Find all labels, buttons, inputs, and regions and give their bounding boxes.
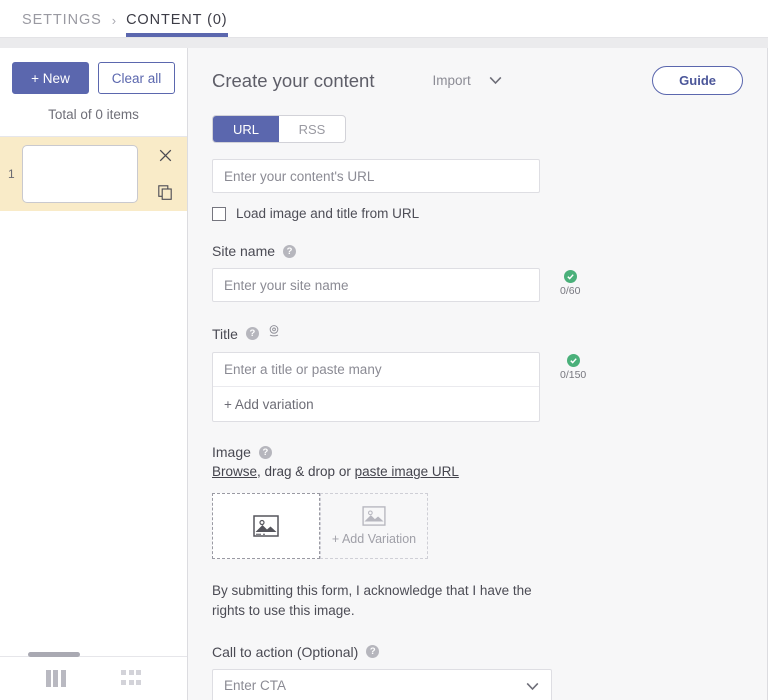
image-dropzone[interactable] [212, 493, 320, 559]
tab-list: SETTINGS › CONTENT (0) [22, 12, 228, 37]
item-thumbnail[interactable] [22, 145, 138, 203]
import-dropdown[interactable]: Import [432, 73, 501, 88]
help-icon[interactable]: ? [259, 446, 272, 459]
tab-content[interactable]: CONTENT (0) [126, 12, 227, 37]
copy-icon[interactable] [158, 185, 173, 200]
help-icon[interactable]: ? [366, 645, 379, 658]
top-tab-bar: SETTINGS › CONTENT (0) [0, 0, 768, 38]
tab-url[interactable]: URL [213, 116, 279, 142]
image-browse-line: Browse, drag & drop or paste image URL [212, 464, 743, 479]
site-name-input[interactable] [212, 268, 540, 302]
legal-disclaimer: By submitting this form, I acknowledge t… [212, 581, 542, 622]
grid-view-icon[interactable] [121, 670, 141, 687]
title-input-stack: + Add variation [212, 352, 540, 422]
cta-label: Call to action (Optional) [212, 644, 358, 660]
columns-view-icon[interactable] [46, 670, 66, 687]
panel-header: Create your content Import Guide [212, 66, 743, 95]
sidebar-footer [0, 656, 187, 700]
horizontal-scrollbar[interactable] [28, 652, 80, 657]
browse-middle-text: , drag & drop or [257, 464, 355, 479]
tab-settings[interactable]: SETTINGS [22, 12, 102, 37]
item-index: 1 [8, 167, 22, 181]
load-from-url-label[interactable]: Load image and title from URL [236, 206, 419, 221]
load-from-url-row: Load image and title from URL [212, 206, 743, 221]
content-item-list: 1 [0, 137, 187, 656]
total-items-label: Total of 0 items [0, 94, 187, 137]
title-counter-text: 0/150 [560, 369, 586, 381]
image-dropzone-row: + Add Variation [212, 493, 743, 559]
header-gap-strip [0, 38, 768, 48]
import-label: Import [432, 73, 470, 88]
add-image-variation-label: + Add Variation [332, 532, 416, 546]
site-name-label-row: Site name ? [212, 243, 743, 259]
create-content-panel: Create your content Import Guide URL RSS… [188, 48, 768, 700]
content-sidebar: + New Clear all Total of 0 items 1 [0, 48, 188, 700]
clear-all-button[interactable]: Clear all [98, 62, 175, 94]
title-counter: 0/150 [560, 352, 586, 381]
view-mode-switcher [0, 670, 187, 687]
guide-button[interactable]: Guide [652, 66, 743, 95]
title-label: Title [212, 326, 238, 342]
site-name-field-row: 0/60 [212, 268, 743, 302]
content-url-input[interactable] [212, 159, 540, 193]
title-label-row: Title ? [212, 324, 743, 343]
valid-check-icon [564, 270, 577, 283]
cta-select-wrap: Enter CTA [212, 669, 552, 700]
close-icon[interactable] [158, 148, 173, 163]
image-placeholder-icon [362, 506, 386, 526]
image-label-row: Image ? [212, 444, 743, 460]
add-title-variation-button[interactable]: + Add variation [213, 387, 539, 421]
browse-link[interactable]: Browse [212, 464, 257, 479]
image-placeholder-icon [253, 515, 279, 537]
chevron-down-icon [489, 74, 502, 88]
site-name-counter-text: 0/60 [560, 285, 580, 297]
load-from-url-checkbox[interactable] [212, 207, 226, 221]
paste-image-url-link[interactable]: paste image URL [355, 464, 459, 479]
tab-rss[interactable]: RSS [279, 116, 345, 142]
app-shell: + New Clear all Total of 0 items 1 [0, 48, 768, 700]
cta-select[interactable]: Enter CTA [212, 669, 552, 700]
site-name-counter: 0/60 [560, 268, 580, 297]
help-icon[interactable]: ? [283, 245, 296, 258]
valid-check-icon [567, 354, 580, 367]
title-field-row: + Add variation 0/150 [212, 352, 743, 422]
cta-label-row: Call to action (Optional) ? [212, 644, 743, 660]
image-label: Image [212, 444, 251, 460]
add-image-variation-dropzone[interactable]: + Add Variation [320, 493, 428, 559]
list-item[interactable]: 1 [0, 137, 187, 211]
sidebar-header: + New Clear all Total of 0 items [0, 48, 187, 137]
sidebar-button-row: + New Clear all [12, 62, 175, 94]
site-name-label: Site name [212, 243, 275, 259]
tab-separator: › [112, 13, 116, 37]
title-input[interactable] [213, 353, 539, 387]
page-title: Create your content [212, 70, 374, 92]
new-item-button[interactable]: + New [12, 62, 89, 94]
help-icon[interactable]: ? [246, 327, 259, 340]
personalization-icon[interactable] [267, 324, 281, 343]
source-type-switcher: URL RSS [212, 115, 346, 143]
url-field-wrap [212, 159, 743, 193]
item-action-group [158, 148, 177, 200]
